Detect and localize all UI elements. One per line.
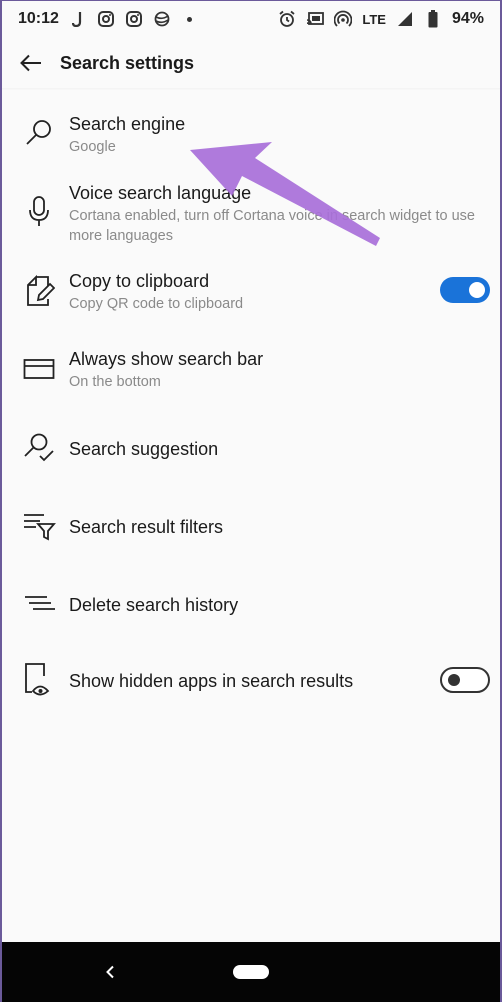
planet-icon — [153, 10, 171, 28]
chevron-left-icon — [106, 965, 114, 979]
setting-title: Search suggestion — [69, 439, 219, 459]
battery-level: 94% — [451, 10, 484, 27]
dot-icon — [181, 10, 199, 28]
status-bar: 10:12 LTE 94% — [0, 0, 502, 38]
battery-icon — [424, 10, 442, 28]
setting-title: Always show search bar — [69, 349, 264, 369]
system-nav-bar — [0, 942, 502, 1002]
setting-text: Search suggestion — [69, 437, 482, 461]
back-button[interactable] — [18, 50, 44, 76]
page-title: Search settings — [60, 52, 195, 73]
instagram-icon — [125, 10, 143, 28]
setting-text: Delete search history — [69, 593, 482, 617]
setting-search-result-filters[interactable]: Search result filters — [0, 512, 502, 552]
setting-text: Always show search bar On the bottom — [69, 347, 482, 392]
setting-title: Search engine — [69, 114, 186, 134]
j-app-icon — [69, 10, 87, 28]
setting-delete-search-history[interactable]: Delete search history — [0, 590, 502, 630]
filter-list-icon — [22, 509, 56, 543]
setting-title: Search result filters — [69, 517, 224, 537]
microphone-icon — [22, 195, 56, 229]
arrow-left-icon — [20, 54, 41, 72]
setting-title: Copy to clipboard — [69, 271, 210, 291]
status-time: 10:12 — [18, 10, 59, 27]
phone-eye-icon — [22, 663, 56, 697]
setting-copy-to-clipboard[interactable]: Copy to clipboard Copy QR code to clipbo… — [0, 269, 502, 329]
setting-show-hidden-apps[interactable]: Show hidden apps in search results — [0, 663, 502, 710]
show-hidden-apps-toggle[interactable] — [440, 667, 490, 693]
status-left: 10:12 — [18, 10, 199, 28]
toggle-knob — [469, 282, 485, 298]
annotation-arrow-icon — [190, 142, 380, 246]
copy-to-clipboard-toggle[interactable] — [440, 277, 490, 303]
setting-always-show-search-bar[interactable]: Always show search bar On the bottom — [0, 347, 502, 407]
setting-search-suggestion[interactable]: Search suggestion — [0, 431, 502, 474]
instagram-icon — [97, 10, 115, 28]
status-right: LTE 94% — [278, 10, 484, 28]
network-type: LTE — [362, 11, 386, 27]
lines-icon — [22, 587, 56, 621]
setting-text: Show hidden apps in search results — [69, 669, 482, 693]
signal-icon — [396, 10, 414, 28]
clipboard-edit-icon — [22, 274, 56, 308]
setting-title: Show hidden apps in search results — [69, 671, 354, 691]
cast-icon — [306, 10, 325, 28]
search-icon — [22, 116, 56, 150]
setting-title: Delete search history — [69, 595, 239, 615]
toggle-knob — [448, 674, 460, 686]
nav-back-button[interactable] — [100, 962, 120, 982]
hotspot-icon — [334, 10, 353, 28]
nav-home-button[interactable] — [233, 965, 269, 979]
setting-subtitle: Copy QR code to clipboard — [69, 296, 244, 312]
search-check-icon — [22, 431, 56, 465]
app-bar: Search settings — [0, 38, 502, 88]
setting-subtitle: On the bottom — [69, 374, 161, 390]
alarm-icon — [278, 10, 296, 28]
setting-text: Search result filters — [69, 515, 482, 539]
setting-text: Copy to clipboard Copy QR code to clipbo… — [69, 269, 482, 314]
search-bar-icon — [22, 352, 56, 386]
